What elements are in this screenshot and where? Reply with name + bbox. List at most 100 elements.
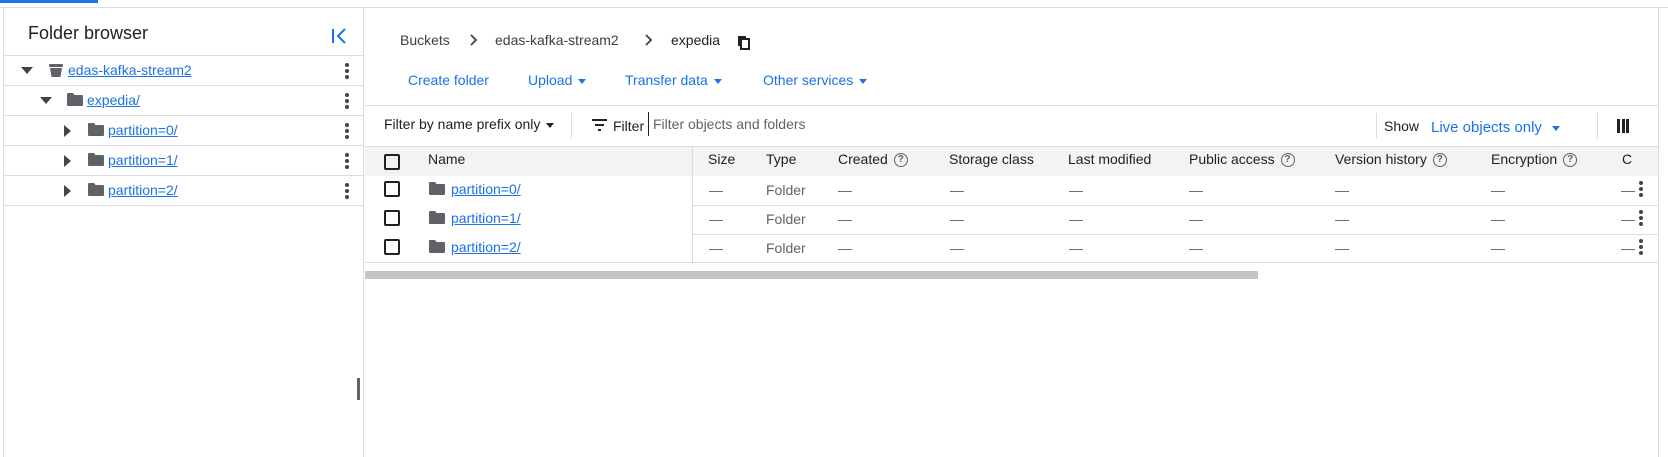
row-encryption: — [1491,182,1505,198]
more-vert-icon[interactable] [345,93,349,109]
caret-down-icon[interactable] [40,97,52,104]
help-icon[interactable]: ? [893,153,908,168]
row-type: Folder [766,211,806,227]
folder-browser-title: Folder browser [28,23,149,43]
folder-icon [429,182,445,195]
filter-mode-dropdown[interactable]: Filter by name prefix only [384,116,555,132]
upload-dropdown-button[interactable]: Upload [528,72,587,88]
help-icon[interactable]: ? [1432,153,1447,168]
more-vert-icon[interactable] [345,63,349,79]
row-storage-class: — [950,182,964,198]
caret-right-icon[interactable] [64,125,71,137]
col-header-type[interactable]: Type [766,151,796,167]
divider [1597,113,1598,139]
col-header-size[interactable]: Size [708,151,735,167]
breadcrumb-item-buckets[interactable]: Buckets [400,32,450,48]
dropdown-arrow-icon [713,78,722,84]
row-storage-class: — [950,240,964,256]
more-vert-icon[interactable] [1639,181,1643,197]
row-storage-class: — [950,211,964,227]
upload-label: Upload [528,72,573,88]
col-header-name[interactable]: Name [428,151,465,167]
other-services-dropdown-button[interactable]: Other services [763,72,868,88]
col-header-label: Public access [1189,151,1275,167]
row-type: Folder [766,182,806,198]
filter-icon[interactable] [592,119,607,131]
dropdown-arrow-icon [1551,125,1560,131]
more-vert-icon[interactable] [345,123,349,139]
folder-browser-panel: Folder browser edas-kafka-stream2 expedi… [4,8,364,457]
filter-input[interactable] [648,112,1308,136]
horizontal-scrollbar[interactable] [365,271,1258,279]
divider [365,146,1658,147]
help-icon[interactable]: ? [1280,153,1295,168]
row-last-modified: — [1069,211,1083,227]
tree-item-folder[interactable]: partition=0/ [4,116,364,146]
col-header-version-history[interactable]: Version history? [1335,151,1447,168]
row-checkbox[interactable] [384,239,400,255]
column-display-icon[interactable] [1617,119,1631,133]
panel-resize-handle[interactable] [357,378,360,400]
row-checkbox[interactable] [384,181,400,197]
col-header-encryption[interactable]: Encryption? [1491,151,1578,168]
divider [571,113,572,139]
row-name-link[interactable]: partition=0/ [451,181,521,197]
row-checkbox[interactable] [384,210,400,226]
row-last-modified: — [1069,240,1083,256]
more-vert-icon[interactable] [345,183,349,199]
transfer-data-dropdown-button[interactable]: Transfer data [625,72,722,88]
select-all-checkbox[interactable] [384,154,400,170]
filter-label[interactable]: Filter [613,118,644,134]
more-vert-icon[interactable] [1639,210,1643,226]
divider [1376,113,1377,139]
tree-item-label[interactable]: partition=2/ [108,182,178,198]
row-type: Folder [766,240,806,256]
breadcrumb-item-bucket[interactable]: edas-kafka-stream2 [495,32,619,48]
tree-item-folder[interactable]: expedia/ [4,86,364,116]
tree-item-label[interactable]: expedia/ [87,92,140,108]
tree-item-folder[interactable]: partition=1/ [4,146,364,176]
row-created: — [838,240,852,256]
caret-right-icon[interactable] [64,185,71,197]
folder-icon [67,93,83,107]
copy-icon[interactable] [737,35,751,51]
tree-item-label[interactable]: edas-kafka-stream2 [68,62,192,78]
col-header-last-modified[interactable]: Last modified [1068,151,1151,167]
col-header-public-access[interactable]: Public access? [1189,151,1295,168]
caret-right-icon[interactable] [64,155,71,167]
dropdown-arrow-icon [546,122,555,128]
row-version-history: — [1335,240,1349,256]
create-folder-button[interactable]: Create folder [408,72,489,88]
row-name-link[interactable]: partition=2/ [451,239,521,255]
row-encryption: — [1491,211,1505,227]
col-header-storage-class[interactable]: Storage class [949,151,1034,167]
active-tab-indicator [0,0,98,3]
folder-icon [429,240,445,253]
folder-icon [88,123,104,137]
row-extra: — [1621,211,1635,227]
tree-item-bucket[interactable]: edas-kafka-stream2 [4,56,364,86]
tree-item-label[interactable]: partition=0/ [108,122,178,138]
show-label: Show [1384,118,1420,134]
row-name-link[interactable]: partition=1/ [451,210,521,226]
row-created: — [838,182,852,198]
dropdown-arrow-icon [859,78,868,84]
right-border [1658,7,1659,457]
row-size: — [709,211,723,227]
help-icon[interactable]: ? [1563,153,1578,168]
more-vert-icon[interactable] [1639,239,1643,255]
row-size: — [709,182,723,198]
col-header-created[interactable]: Created? [838,151,908,168]
show-objects-dropdown[interactable]: Live objects only [1431,119,1560,136]
col-header-truncated[interactable]: C [1622,151,1632,167]
transfer-data-label: Transfer data [625,72,708,88]
caret-down-icon[interactable] [21,67,33,74]
folder-icon [88,153,104,167]
collapse-panel-icon[interactable] [329,25,351,47]
other-services-label: Other services [763,72,854,88]
more-vert-icon[interactable] [345,153,349,169]
row-public-access: — [1189,240,1203,256]
tree-item-label[interactable]: partition=1/ [108,152,178,168]
tree-item-folder[interactable]: partition=2/ [4,176,364,206]
filter-mode-label: Filter by name prefix only [384,116,541,132]
